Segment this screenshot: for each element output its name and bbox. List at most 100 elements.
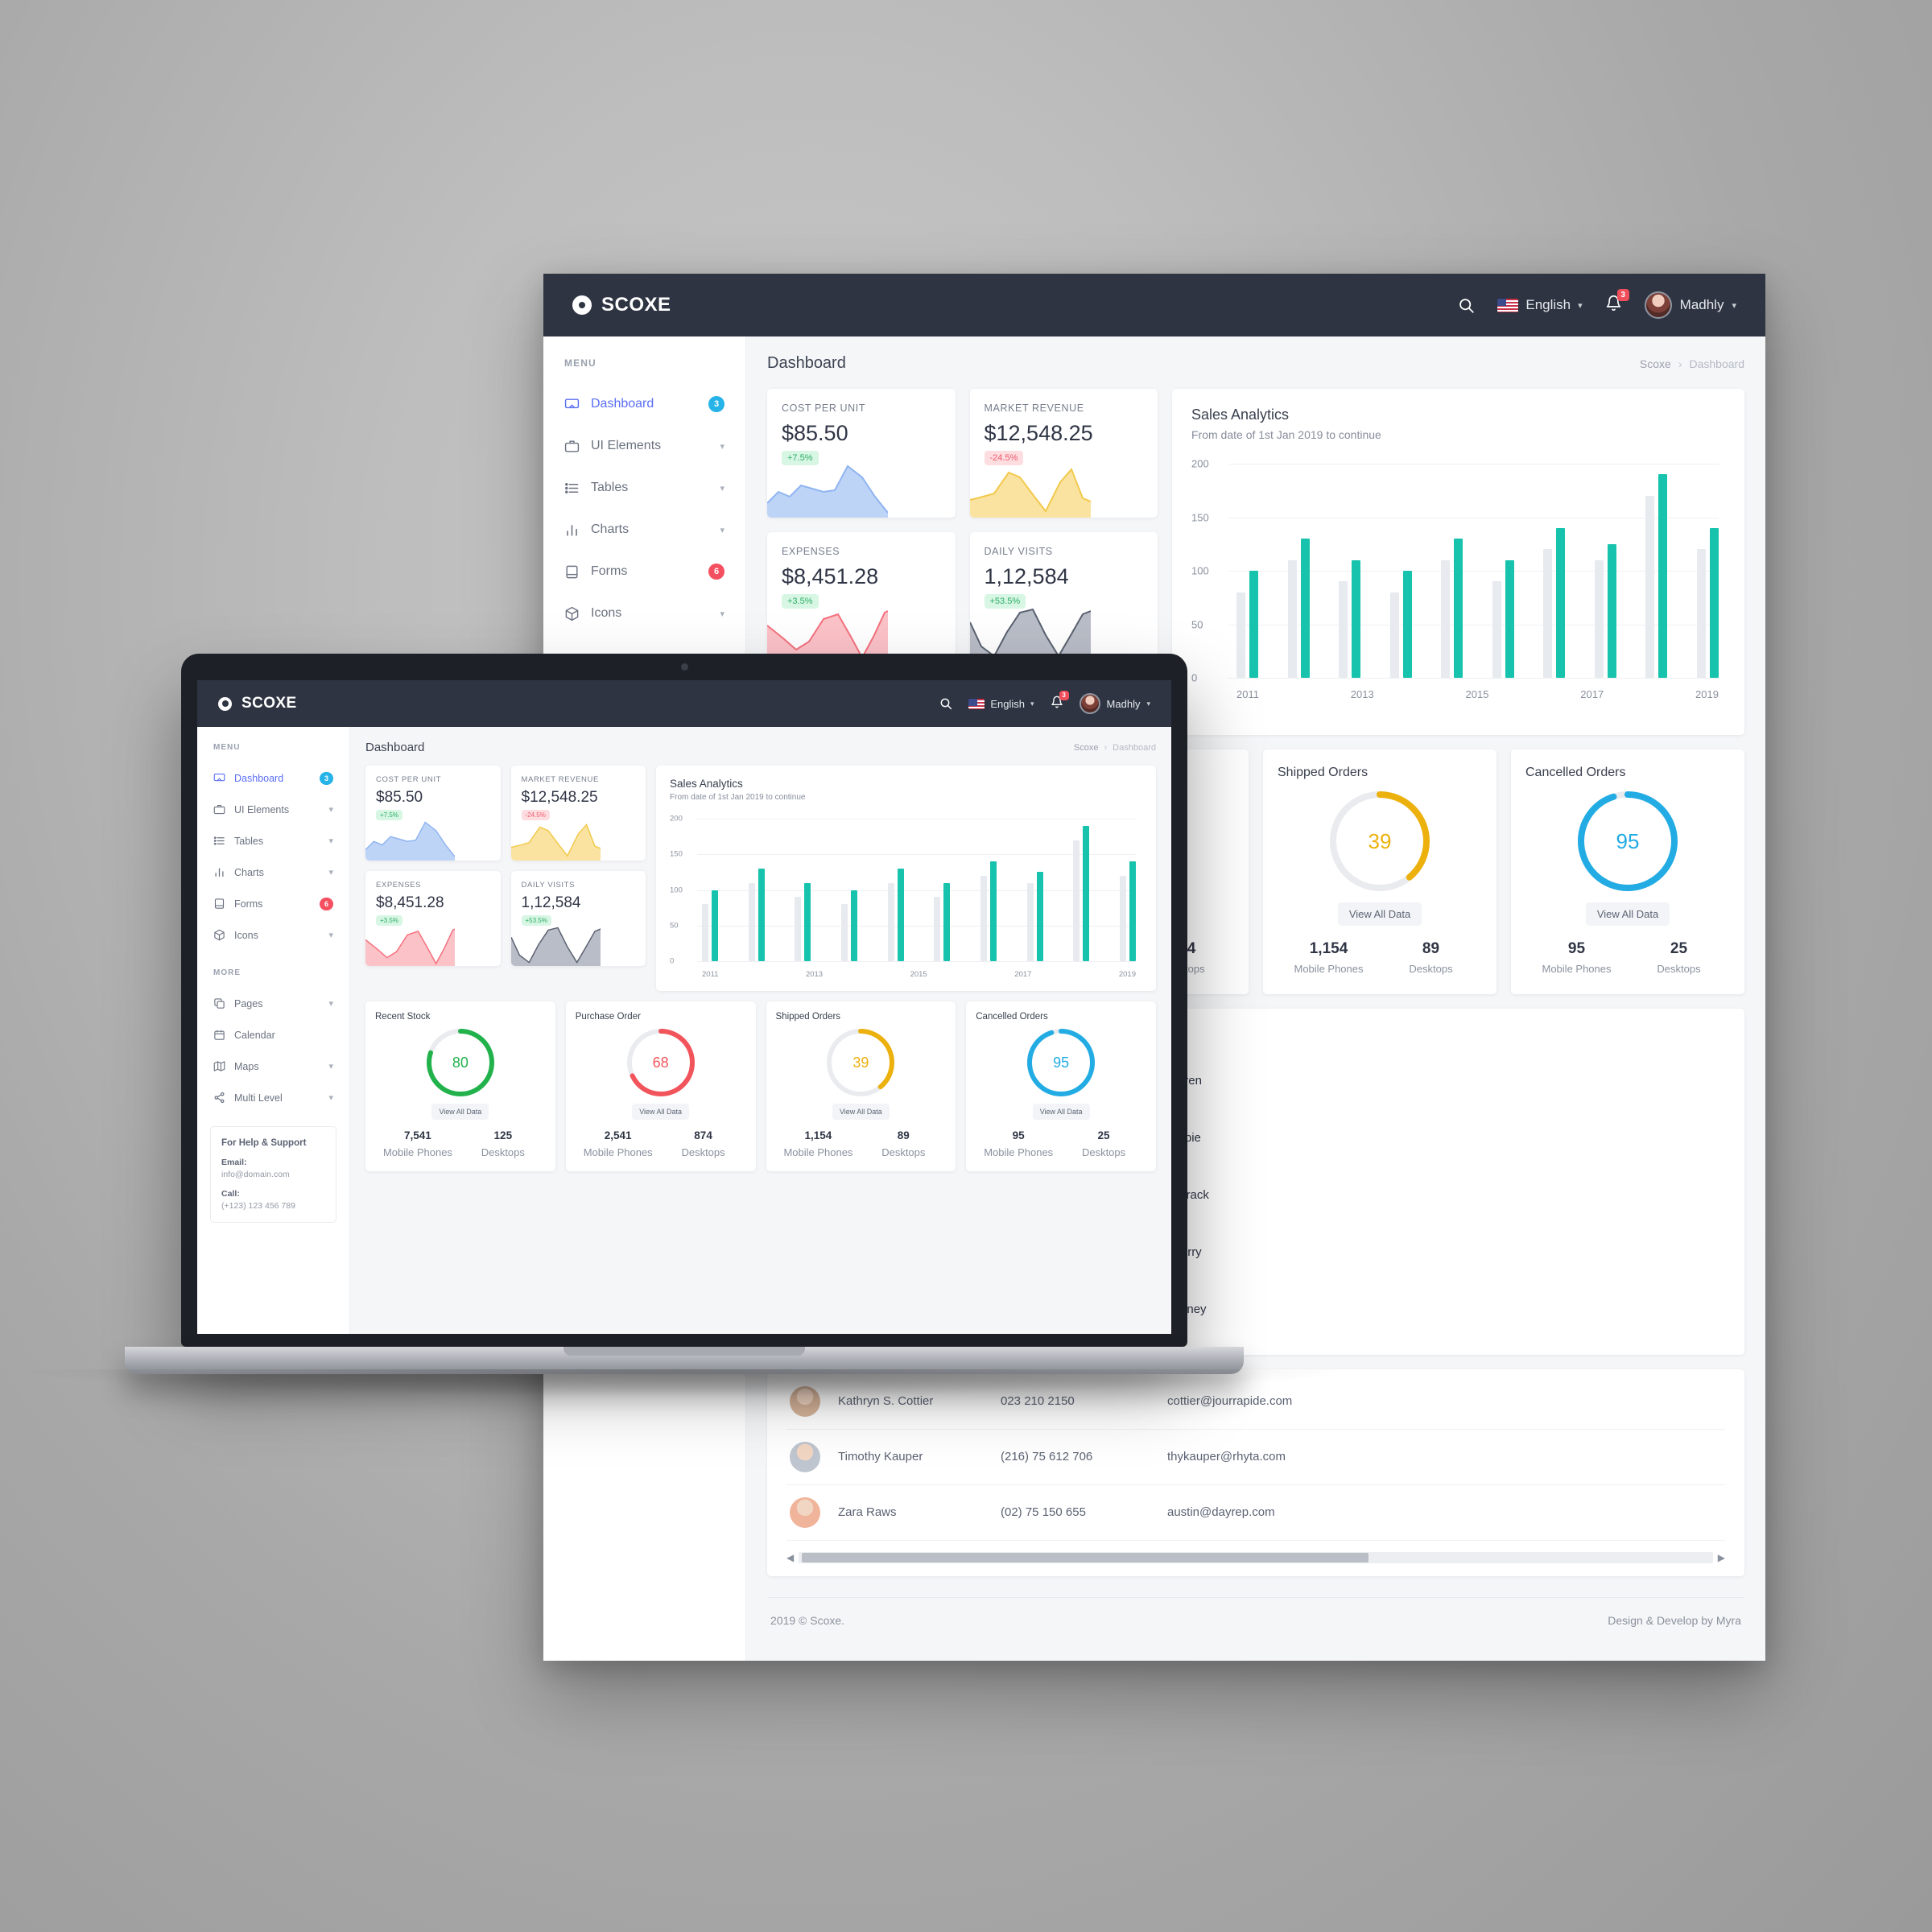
sidebar-item-ui-elements[interactable]: UI Elements ▾ xyxy=(197,794,349,825)
view-all-data-button[interactable]: View All Data xyxy=(1585,902,1670,926)
order-card-title: Purchase Order xyxy=(575,1012,641,1022)
bar-previous xyxy=(1645,495,1655,678)
view-all-data-button[interactable]: View All Data xyxy=(431,1104,489,1120)
order-card-cancelled-orders: Cancelled Orders 95 View All Data 95 Mobile … xyxy=(966,1001,1156,1171)
bar-group xyxy=(748,868,765,961)
sidebar-item-pages[interactable]: Pages ▾ xyxy=(197,988,349,1019)
notification-badge: 3 xyxy=(1616,289,1629,301)
contact-email[interactable]: austin@dayrep.com xyxy=(1167,1505,1275,1519)
contact-row[interactable]: Zara Raws (02) 75 150 655 austin@dayrep.co… xyxy=(786,1485,1725,1541)
bar-group xyxy=(840,890,857,961)
search-icon[interactable] xyxy=(1458,297,1475,314)
x-axis-tick: 2019 xyxy=(1118,970,1136,979)
sales-analytics-card: Sales Analytics From date of 1st Jan 201… xyxy=(1172,389,1744,735)
sidebar-item-forms[interactable]: Forms 6 xyxy=(197,888,349,919)
x-axis-tick: 2013 xyxy=(1350,688,1374,700)
contact-name: Zara Raws xyxy=(838,1505,897,1520)
help-email-value[interactable]: info@domain.com xyxy=(221,1170,325,1179)
bar-current xyxy=(1129,861,1136,961)
y-axis-tick: 100 xyxy=(1191,564,1209,577)
view-all-data-button[interactable]: View All Data xyxy=(1337,902,1422,926)
sidebar-item-ui-elements[interactable]: UI Elements ▾ xyxy=(543,425,745,467)
donut-value: 39 xyxy=(1368,828,1392,853)
stat-card-value: $85.50 xyxy=(376,789,423,806)
language-selector[interactable]: English ▾ xyxy=(968,698,1034,710)
gridline xyxy=(697,961,1136,962)
bar-current xyxy=(1505,559,1514,678)
breadcrumb-root[interactable]: Scoxe xyxy=(1640,357,1671,370)
sparkline-chart xyxy=(969,608,1091,661)
bar-chart-icon xyxy=(564,522,580,538)
language-selector[interactable]: English ▾ xyxy=(1497,297,1583,313)
sidebar-item-tables[interactable]: Tables ▾ xyxy=(543,467,745,509)
contact-row[interactable]: Timothy Kauper (216) 75 612 706 thykauper@… xyxy=(786,1430,1725,1485)
brand-logo-group[interactable]: SCOXE xyxy=(572,294,671,316)
stat-card-title: MARKET REVENUE xyxy=(521,775,599,784)
y-axis-tick: 200 xyxy=(670,814,683,824)
laptop-shadow xyxy=(28,1369,1340,1397)
order-kpi-label: Desktops xyxy=(881,1146,926,1158)
stat-card-expenses: EXPENSES $8,451.28 +3.5% xyxy=(767,532,956,661)
order-card-title: Cancelled Orders xyxy=(976,1012,1048,1022)
bar-previous xyxy=(1594,559,1604,678)
x-axis-tick: 2015 xyxy=(910,970,927,979)
notifications-button[interactable]: 3 xyxy=(1051,690,1069,712)
order-card-title: Shipped Orders xyxy=(775,1012,841,1022)
sidebar-item-calendar[interactable]: Calendar xyxy=(197,1019,349,1051)
order-kpi-desktop: 89 Desktops xyxy=(1380,940,1482,976)
order-card-recent-stock: Recent Stock 80 View All Data7,541 Mobile P… xyxy=(365,1001,555,1171)
sidebar-item-charts[interactable]: Charts ▾ xyxy=(197,857,349,888)
stat-card-title: COST PER UNIT xyxy=(782,402,866,414)
breadcrumb-root[interactable]: Scoxe xyxy=(1074,743,1099,753)
bar-current xyxy=(1556,527,1566,678)
sidebar-item-dashboard[interactable]: Dashboard 3 xyxy=(543,383,745,425)
laptop-mockup: SCOXE English ▾ 3 Madhly ▾ MENU Dashboar… xyxy=(28,654,1340,1397)
horizontal-scrollbar[interactable]: ◀ ▶ xyxy=(786,1551,1725,1563)
view-all-data-button[interactable]: View All Data xyxy=(832,1104,890,1120)
sidebar-item-forms[interactable]: Forms 6 xyxy=(543,551,745,592)
bar-current xyxy=(989,861,997,961)
view-all-data-button[interactable]: View All Data xyxy=(1032,1104,1090,1120)
user-menu[interactable]: Madhly ▾ xyxy=(1079,693,1150,714)
help-call-value[interactable]: (+123) 123 456 789 xyxy=(221,1201,325,1211)
scroll-left-icon[interactable]: ◀ xyxy=(786,1552,794,1563)
sidebar-item-charts[interactable]: Charts ▾ xyxy=(543,509,745,551)
sidebar-item-icons[interactable]: Icons ▾ xyxy=(197,919,349,951)
order-kpis: 7,541 Mobile Phones 125 Desktops xyxy=(375,1129,546,1160)
user-menu[interactable]: Madhly ▾ xyxy=(1644,291,1736,319)
chevron-down-icon: ▾ xyxy=(720,441,724,452)
search-icon[interactable] xyxy=(939,697,952,710)
list-icon xyxy=(213,835,225,847)
scrollbar-track[interactable] xyxy=(799,1551,1713,1563)
x-axis-tick: 2011 xyxy=(1236,688,1259,700)
transaction-payer-cell: Kayla Lambie Pay xyxy=(1128,1131,1725,1160)
list-icon xyxy=(564,481,580,496)
contact-email[interactable]: thykauper@rhyta.com xyxy=(1167,1450,1286,1463)
map-icon xyxy=(213,1060,225,1072)
sidebar-item-tables[interactable]: Tables ▾ xyxy=(197,825,349,857)
sidebar-item-maps[interactable]: Maps ▾ xyxy=(197,1051,349,1082)
sidebar-item-multi-level[interactable]: Multi Level ▾ xyxy=(197,1082,349,1113)
scoxe-logo-icon xyxy=(572,295,592,315)
sidebar-section-menu-label: MENU xyxy=(213,743,241,752)
briefcase-icon xyxy=(564,439,580,454)
sidebar-item-dashboard[interactable]: Dashboard 3 xyxy=(197,762,349,794)
brand-name: SCOXE xyxy=(601,294,671,316)
chart-plot-area xyxy=(1236,464,1719,678)
laptop-trackpad-notch xyxy=(564,1347,805,1356)
donut-wrap: 95 xyxy=(1027,1029,1096,1096)
notifications-button[interactable]: 3 xyxy=(1605,289,1629,316)
order-kpis: 2,541 Mobile Phones 874 Desktops xyxy=(576,1129,746,1160)
scrollbar-thumb[interactable] xyxy=(802,1552,1369,1563)
brand-logo-group[interactable]: SCOXE xyxy=(218,695,297,712)
scroll-right-icon[interactable]: ▶ xyxy=(1718,1552,1725,1563)
language-label: English xyxy=(990,697,1026,710)
view-all-data-button[interactable]: View All Data xyxy=(632,1104,690,1120)
sidebar-item-icons[interactable]: Icons ▾ xyxy=(543,592,745,634)
sidebar-item-label: Tables xyxy=(234,835,264,847)
cube-icon xyxy=(213,929,225,941)
chevron-down-icon: ▾ xyxy=(328,931,333,940)
bar-current xyxy=(897,868,904,961)
chevron-down-icon: ▾ xyxy=(720,525,724,535)
stat-card-row-bottom: EXPENSES $8,451.28 +3.5% DAILY VISITS 1,12,5… xyxy=(767,532,1158,661)
